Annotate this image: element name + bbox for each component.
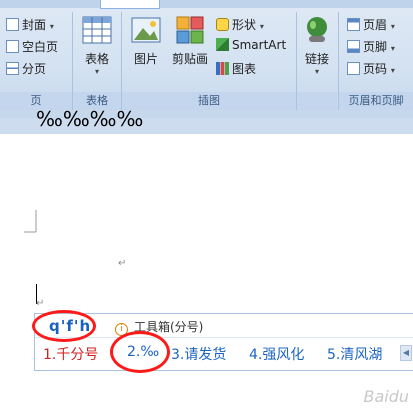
cover-page-button[interactable]: 封面 ▾ [6, 16, 54, 33]
annotation-circle-candidate [110, 331, 170, 373]
clipart-button[interactable]: 剪贴画 [168, 14, 212, 67]
group-header-footer: 页眉 ▾ 页脚 ▾ 页码 ▾ 页眉和页脚 [339, 8, 413, 110]
ribbon-tab-strip [0, 0, 413, 9]
group-label-links [297, 92, 337, 110]
blank-page-button[interactable]: 空白页 [6, 38, 58, 55]
links-button[interactable]: 链接 ▾ [299, 14, 335, 76]
page-number-icon [347, 62, 360, 75]
group-label-header-footer: 页眉和页脚 [339, 92, 413, 110]
group-illustrations: 图片 剪贴画 形状 ▾ SmartArt 图表 插图 [122, 8, 296, 110]
footer-icon [347, 40, 360, 53]
group-label-illustrations: 插图 [122, 92, 296, 110]
dropdown-arrow-icon: ▾ [259, 22, 264, 31]
ime-divider [35, 337, 413, 338]
chart-icon [216, 62, 229, 75]
cover-page-icon [6, 18, 19, 31]
clipart-icon [176, 16, 204, 44]
dropdown-arrow-icon: ▾ [390, 44, 395, 53]
watermark: Baidu [363, 387, 409, 406]
smartart-icon [216, 38, 229, 51]
candidate-5[interactable]: 5.清风湖 [327, 344, 382, 364]
margin-corner-mark [24, 210, 37, 233]
candidate-3[interactable]: 3.请发货 [171, 344, 226, 364]
table-icon [82, 16, 112, 44]
tab-page-layout[interactable] [228, 0, 268, 8]
paragraph-mark: ↵ [36, 298, 45, 309]
dropdown-arrow-icon: ▾ [314, 67, 319, 76]
paragraph-mark: ↵ [118, 258, 127, 269]
table-button[interactable]: 表格 ▾ [79, 14, 115, 76]
smartart-button[interactable]: SmartArt [216, 38, 286, 52]
footer-button[interactable]: 页脚 ▾ [347, 38, 395, 55]
chart-button[interactable]: 图表 [216, 60, 256, 77]
picture-button[interactable]: 图片 [128, 14, 164, 67]
page-number-button[interactable]: 页码 ▾ [347, 60, 395, 77]
candidate-1[interactable]: 1.千分号 [43, 344, 98, 364]
dropdown-arrow-icon: ▾ [49, 22, 54, 31]
page-break-icon [6, 62, 19, 75]
blank-page-icon [6, 40, 19, 53]
page-break-button[interactable]: 分页 [6, 60, 46, 77]
dropdown-arrow-icon: ▾ [94, 67, 99, 76]
ribbon: 封面 ▾ 空白页 分页 页 表格 ▾ 表格 图片 剪贴画 形状 ▾ SmartA… [0, 0, 413, 118]
dropdown-arrow-icon: ▾ [390, 22, 395, 31]
shapes-icon [216, 18, 229, 31]
group-tables: 表格 ▾ 表格 [73, 8, 121, 110]
candidate-4[interactable]: 4.强风化 [249, 344, 304, 364]
annotation-circle-input [32, 310, 96, 342]
header-icon [347, 18, 360, 31]
group-links: 链接 ▾ [297, 8, 337, 110]
dropdown-arrow-icon: ▾ [390, 66, 395, 75]
document-text[interactable]: ‰‰‰‰ [36, 107, 143, 131]
group-pages: 封面 ▾ 空白页 分页 页 [0, 8, 72, 110]
picture-icon [131, 17, 161, 43]
shapes-button[interactable]: 形状 ▾ [216, 16, 264, 33]
next-page-arrow-icon[interactable]: ◀ [400, 345, 412, 361]
link-icon [307, 17, 327, 42]
header-button[interactable]: 页眉 ▾ [347, 16, 395, 33]
